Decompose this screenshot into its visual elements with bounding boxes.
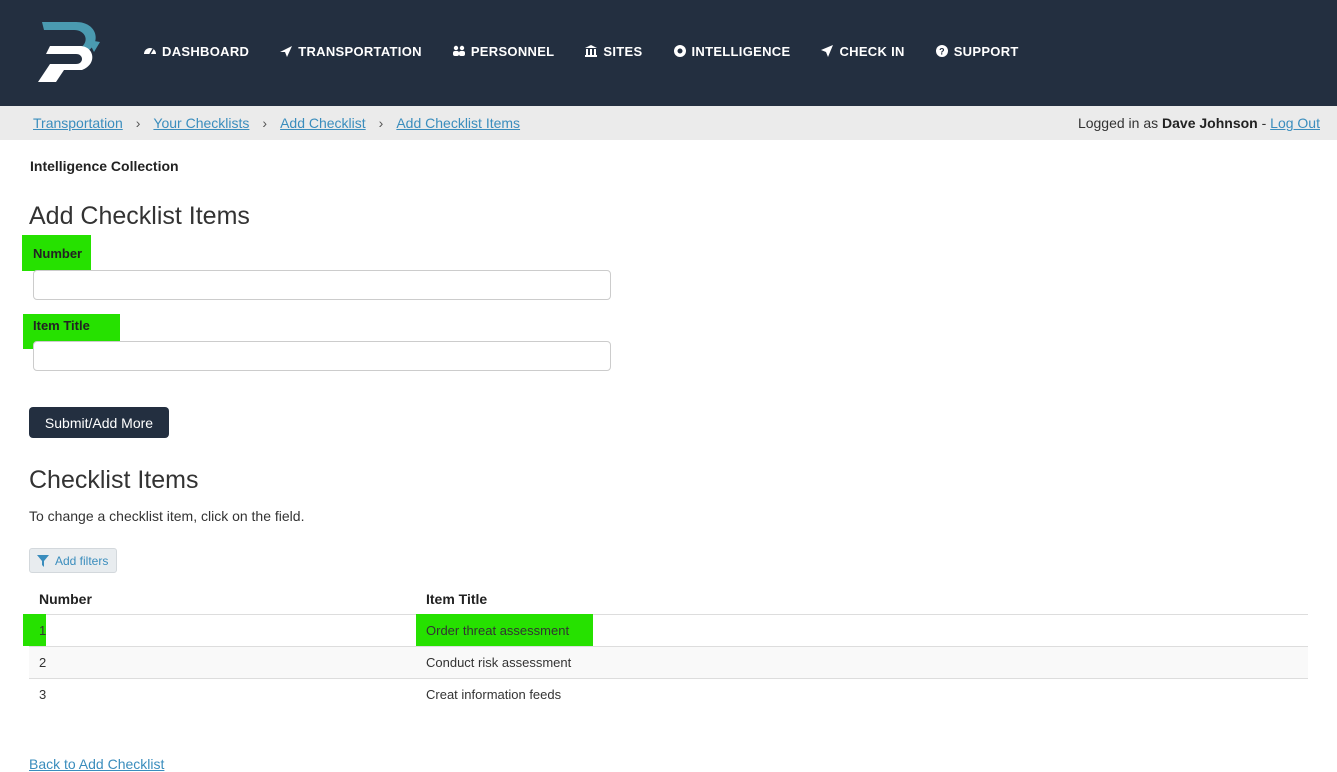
svg-text:?: ? (939, 47, 945, 57)
item-title-label: Item Title (33, 318, 90, 333)
add-filters-button[interactable]: Add filters (29, 548, 117, 573)
nav-label: PERSONNEL (470, 43, 555, 59)
nav-label: TRANSPORTATION (298, 43, 422, 59)
row-title[interactable]: Conduct risk assessment (426, 655, 571, 670)
row-title[interactable]: Order threat assessment (426, 623, 569, 638)
filter-icon (37, 554, 49, 567)
nav-label: SUPPORT (953, 43, 1019, 59)
brand-logo[interactable] (36, 18, 106, 84)
table-row[interactable]: 2 Conduct risk assessment (29, 647, 1308, 679)
main-nav: DASHBOARD TRANSPORTATION PERSONNEL SITES… (143, 42, 1049, 60)
breadcrumb-separator: › (378, 115, 384, 131)
help-text: To change a checklist item, click on the… (29, 508, 305, 524)
column-header-number: Number (39, 591, 92, 607)
number-label: Number (33, 246, 83, 261)
dashboard-icon (144, 48, 156, 55)
login-prefix: Logged in as (1077, 115, 1159, 131)
nav-label: INTELLIGENCE (691, 43, 791, 59)
page-title: Add Checklist Items (29, 202, 250, 230)
breadcrumb-bar: Transportation › Your Checklists › Add C… (0, 106, 1337, 140)
login-separator: - (1261, 115, 1267, 131)
checklist-items-title: Checklist Items (29, 466, 199, 494)
breadcrumb-your-checklists[interactable]: Your Checklists (153, 115, 249, 131)
number-field[interactable] (33, 270, 611, 300)
nav-transportation[interactable]: TRANSPORTATION (279, 42, 422, 60)
checklist-table: Number Item Title 1 Order threat assessm… (23, 583, 1308, 710)
users-icon (452, 45, 465, 56)
plane-icon (280, 46, 293, 57)
breadcrumb-add-checklist[interactable]: Add Checklist (280, 115, 366, 131)
breadcrumb-separator: › (262, 115, 268, 131)
breadcrumb: Transportation › Your Checklists › Add C… (33, 115, 520, 131)
nav-check-in[interactable]: CHECK IN (820, 42, 904, 60)
row-title[interactable]: Creat information feeds (426, 687, 561, 702)
table-row[interactable]: 1 Order threat assessment (23, 614, 1308, 647)
breadcrumb-add-checklist-items[interactable]: Add Checklist Items (396, 115, 520, 131)
submit-add-more-button[interactable]: Submit/Add More (29, 407, 169, 438)
row-number[interactable]: 1 (39, 623, 46, 638)
row-number[interactable]: 3 (39, 687, 46, 702)
nav-label: SITES (603, 43, 643, 59)
logout-link[interactable]: Log Out (1270, 115, 1320, 131)
breadcrumb-transportation[interactable]: Transportation (33, 115, 123, 131)
column-header-item-title: Item Title (426, 591, 488, 607)
nav-support[interactable]: ? SUPPORT (935, 42, 1019, 60)
item-title-field[interactable] (33, 341, 611, 371)
nav-dashboard[interactable]: DASHBOARD (143, 42, 249, 60)
section-subtitle: Intelligence Collection (30, 158, 179, 174)
question-icon: ? (935, 45, 948, 57)
breadcrumb-separator: › (135, 115, 141, 131)
table-header: Number Item Title (29, 583, 1308, 615)
nav-label: CHECK IN (839, 43, 905, 59)
user-name: Dave Johnson (1162, 115, 1258, 131)
add-filters-label: Add filters (55, 553, 109, 568)
nav-intelligence[interactable]: INTELLIGENCE (673, 42, 791, 60)
top-navbar: DASHBOARD TRANSPORTATION PERSONNEL SITES… (0, 0, 1337, 106)
location-arrow-icon (821, 45, 834, 57)
compass-icon (673, 45, 686, 57)
login-status: Logged in as Dave Johnson - Log Out (1078, 115, 1320, 131)
nav-label: DASHBOARD (162, 43, 250, 59)
back-to-add-checklist-link[interactable]: Back to Add Checklist (29, 756, 164, 772)
nav-sites[interactable]: SITES (584, 42, 642, 60)
building-icon (585, 45, 598, 57)
table-row[interactable]: 3 Creat information feeds (29, 679, 1308, 710)
row-number[interactable]: 2 (39, 655, 46, 670)
nav-personnel[interactable]: PERSONNEL (452, 42, 555, 60)
